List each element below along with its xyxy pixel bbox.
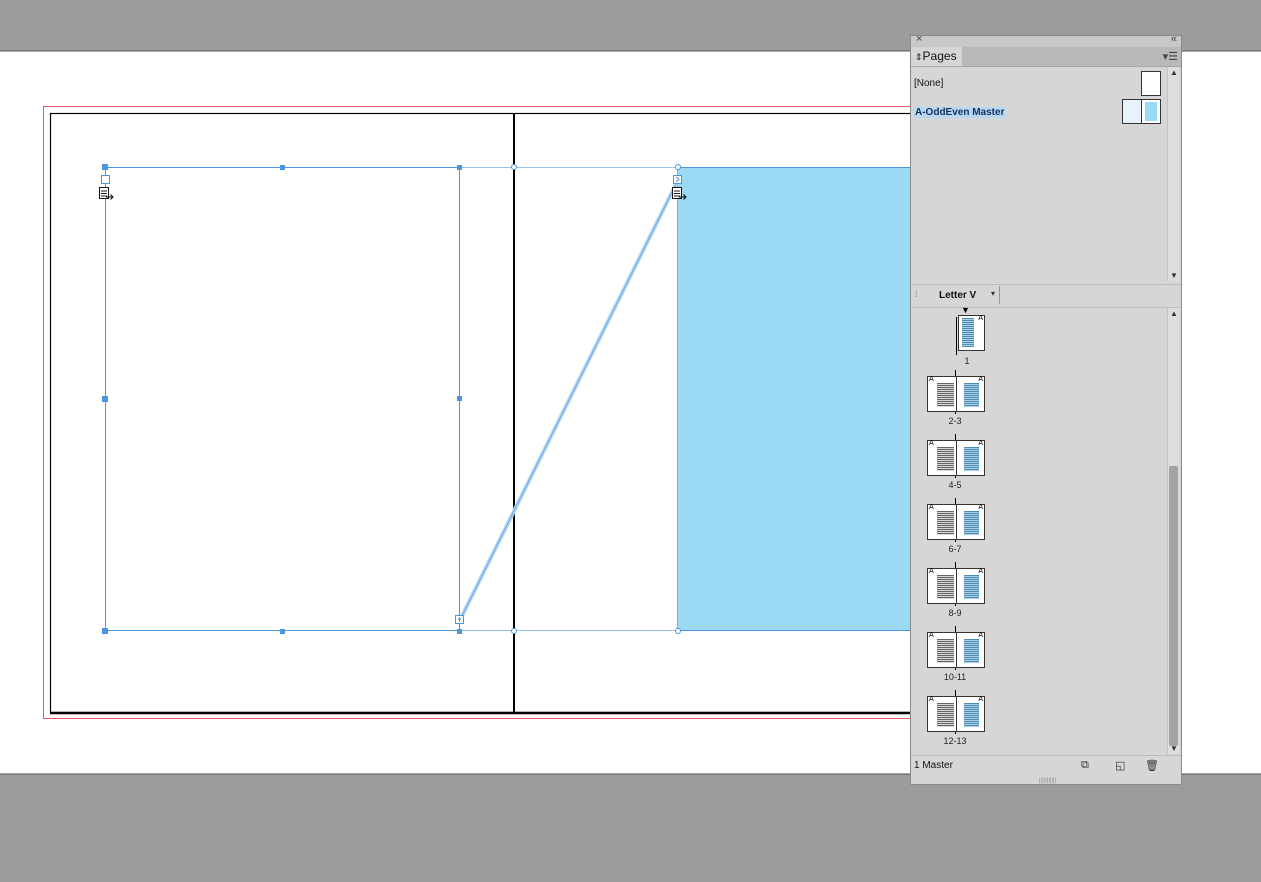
in-port-icon[interactable] [101, 175, 110, 184]
in-port-icon[interactable] [673, 175, 682, 184]
panel-titlebar[interactable]: × « [911, 33, 1181, 47]
spread-label: 2-3 [948, 416, 962, 426]
spread-label: 6-7 [948, 544, 962, 554]
spread-thumbnail[interactable]: AA [927, 632, 985, 668]
current-page-marker-icon: ▼ [961, 305, 970, 315]
masters-scrollbar[interactable]: ▲ ▼ [1167, 67, 1179, 281]
sort-icon: ⇕ [915, 52, 923, 62]
pages-panel[interactable]: × « ⇕Pages ▾☰ [None] A-OddEven Master ▲ … [910, 33, 1182, 785]
scroll-thumb[interactable] [1169, 466, 1178, 746]
master-prefix-label: A [929, 696, 934, 703]
scroll-down-icon[interactable]: ▼ [1169, 744, 1179, 753]
master-spread-thumbnail [1122, 99, 1161, 124]
master-prefix-label: A [929, 504, 934, 511]
master-prefix-label: A [978, 504, 983, 511]
status-text: 1 Master [914, 760, 953, 771]
page-thumbnail[interactable]: A [958, 315, 985, 351]
master-prefix-label: A [929, 376, 934, 383]
master-item-none[interactable]: [None] [911, 71, 1167, 99]
spread-label: 1 [964, 356, 970, 366]
master-prefix-label: A [978, 568, 983, 575]
pages-list[interactable]: ▼ A 1 A A 2-3 A A 4-5 A A 6-7 A A 8-9 A A 10-11 A A 12-13 [911, 305, 1167, 756]
master-label: [None] [914, 78, 944, 89]
panel-menu-icon[interactable]: ▾☰ [1163, 50, 1178, 63]
master-prefix-label: A [929, 568, 934, 575]
spread-label: 12-13 [943, 736, 967, 746]
grip-icon: ⁞ [915, 289, 918, 299]
master-prefix-label: A [978, 632, 983, 639]
panel-tab-row: ⇕Pages ▾☰ [911, 47, 1181, 67]
scroll-down-icon[interactable]: ▼ [1169, 271, 1179, 280]
spread-label: 10-11 [943, 672, 967, 682]
master-prefix-label: A [978, 376, 983, 383]
resize-grip-icon[interactable]: ||||||||||| [1039, 778, 1056, 784]
spread-thumbnail[interactable]: AA [927, 440, 985, 476]
new-page-icon[interactable]: ◱ [1115, 759, 1125, 772]
master-prefix-label: A [978, 696, 983, 703]
spread-thumbnail[interactable]: AA [927, 696, 985, 732]
panel-footer: 1 Master ⧉ ◱ 🗑 [911, 755, 1181, 776]
trash-icon[interactable]: 🗑 [1145, 759, 1159, 772]
tab-pages[interactable]: ⇕Pages [911, 47, 962, 66]
master-thumbnail [1141, 71, 1161, 96]
master-label: A-OddEven Master [914, 107, 1006, 118]
close-icon[interactable]: × [916, 33, 922, 45]
page-size-label: Letter V [939, 290, 977, 301]
spread-thumbnail[interactable]: AA [927, 376, 985, 412]
master-prefix-label: A [978, 315, 983, 322]
edit-page-size-icon[interactable]: ⧉ [1081, 759, 1089, 772]
master-item-a[interactable]: A-OddEven Master [911, 99, 1167, 127]
pages-scrollbar[interactable]: ▲ ▼ [1167, 308, 1179, 754]
chevron-down-icon: ▾ [991, 289, 996, 298]
spread-label: 4-5 [948, 480, 962, 490]
page-size-bar: ⁞ Letter V ▾ [911, 284, 1181, 308]
spread-thumbnail[interactable]: AA [927, 504, 985, 540]
master-prefix-label: A [929, 632, 934, 639]
collapse-icon[interactable]: « [1171, 33, 1177, 45]
filled-text-frame[interactable] [677, 167, 923, 631]
tab-label: Pages [922, 49, 957, 63]
scroll-up-icon[interactable]: ▲ [1169, 309, 1179, 318]
master-prefix-label: A [978, 440, 983, 447]
master-prefix-label: A [929, 440, 934, 447]
spread-label: 8-9 [948, 608, 962, 618]
spread-thumbnail[interactable]: AA [927, 568, 985, 604]
page-size-dropdown[interactable]: Letter V ▾ [933, 286, 1000, 304]
scroll-up-icon[interactable]: ▲ [1169, 68, 1179, 77]
